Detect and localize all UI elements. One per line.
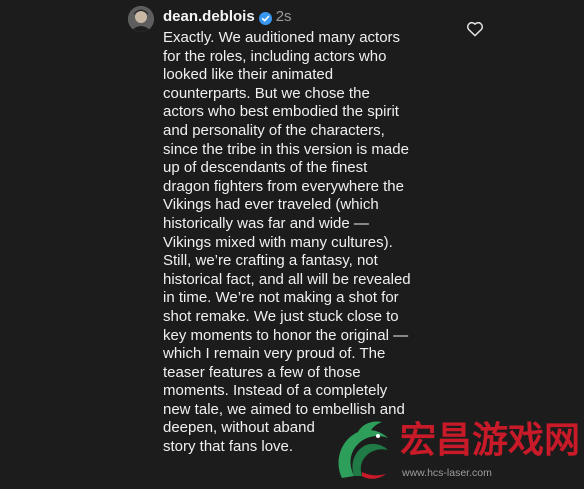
comment-header: dean.deblois 2s <box>163 7 292 27</box>
comment-text-line: Exactly. We auditioned many actors <box>163 29 401 46</box>
comment-text-line: up of descendants of the finest <box>163 159 368 177</box>
comment-text-line: actors who best embodied the spirit <box>163 103 399 121</box>
comment-text-line: dragon fighters from everywhere the <box>163 177 404 195</box>
comment-text-line: teaser features a few of those <box>163 363 361 381</box>
comment-text-line: historically was far and wide — <box>163 214 369 232</box>
comment-text-line: key moments to honor the original — <box>163 326 409 344</box>
username-link[interactable]: dean.deblois <box>163 7 255 27</box>
verified-badge-icon <box>258 11 272 25</box>
avatar[interactable] <box>128 6 154 32</box>
comment-text-line: shot remake. We just stuck close to <box>163 307 399 325</box>
comment-text-line: looked like their animated <box>163 66 334 84</box>
avatar-image <box>128 6 154 32</box>
heart-icon[interactable] <box>466 20 484 37</box>
watermark-title: 宏昌游戏网 <box>400 419 581 460</box>
comment-text-line: Vikings mixed with many cultures). <box>163 233 393 251</box>
watermark-url: www.hcs-laser.com <box>402 467 492 479</box>
comment-text-line: Still, we’re crafting a fantasy, not <box>163 252 378 270</box>
comment-timestamp: 2s <box>275 8 292 25</box>
comment-text: Exactly. We auditioned many actors for t… <box>163 29 453 457</box>
comment-text-line: since the tribe in this version is made <box>163 140 409 158</box>
comment-text-line: and personality of the characters, <box>163 121 385 139</box>
comment-text-line: new tale, we aimed to embellish and <box>163 400 405 418</box>
comment-item: dean.deblois 2s Exactly. We auditioned m… <box>0 0 584 486</box>
comment-text-line: moments. Instead of a completely <box>163 382 388 400</box>
comment-text-line: for the roles, including actors who <box>163 47 387 65</box>
comment-text-line: which I remain very proud of. The <box>163 345 386 363</box>
comment-text-line: Vikings had ever traveled (which <box>163 196 379 214</box>
watermark: 宏昌游戏网 www.hcs-laser.com <box>332 418 584 486</box>
dragon-logo-icon <box>332 418 396 484</box>
comment-text-line: historical fact, and all will be reveale… <box>163 270 411 288</box>
comment-text-line: counterparts. But we chose the <box>163 84 370 102</box>
comment-text-line: in time. We’re not making a shot for <box>163 289 399 307</box>
